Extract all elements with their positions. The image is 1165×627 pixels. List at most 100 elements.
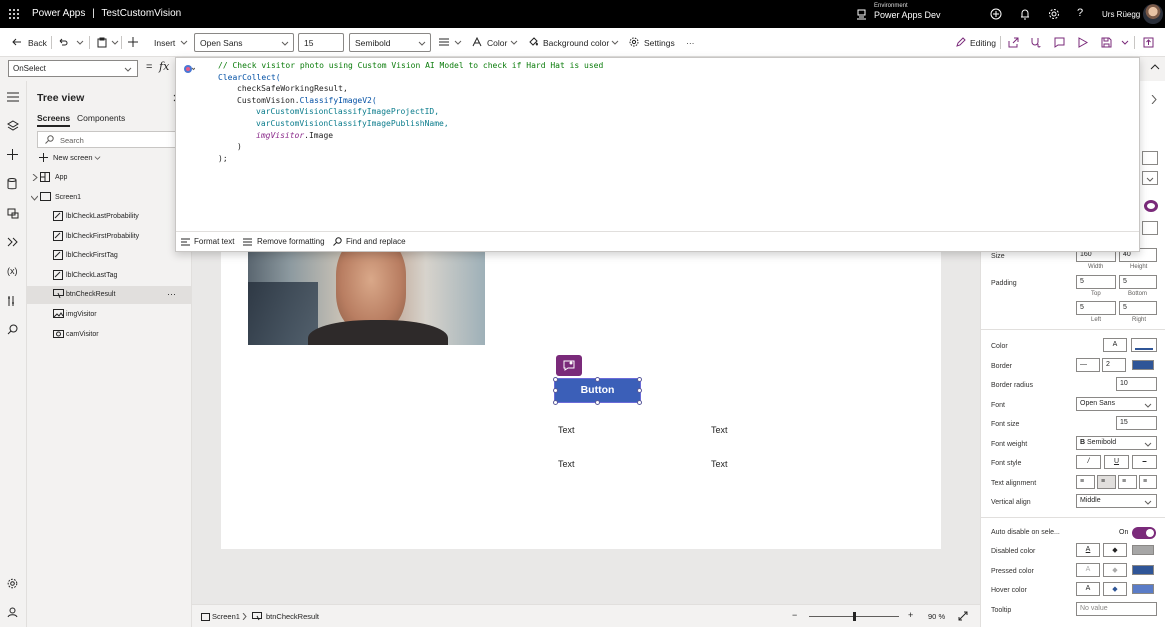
copilot-icon[interactable] — [183, 64, 195, 74]
align-right-button[interactable]: ≡ — [1118, 475, 1137, 489]
collapse-formula-chevron-icon[interactable] — [1150, 63, 1160, 71]
accent-toggle-icon[interactable] — [1144, 200, 1158, 212]
insert-plus-icon[interactable] — [7, 149, 18, 160]
copilot-icon[interactable] — [990, 8, 1002, 20]
align-left-button[interactable]: ≡ — [1076, 475, 1095, 489]
lbl-check-last-probability[interactable]: Text — [711, 459, 728, 469]
font-dropdown[interactable]: Open Sans — [1076, 397, 1157, 411]
underline-toggle[interactable]: U — [1104, 455, 1129, 469]
notifications-icon[interactable] — [1019, 8, 1031, 20]
border-style-dropdown[interactable]: — — [1076, 358, 1100, 372]
resize-handle[interactable] — [553, 400, 558, 405]
align-center-button[interactable]: ≡ — [1097, 475, 1116, 489]
formula-line[interactable]: ); — [218, 153, 603, 165]
formula-editor[interactable]: // Check visitor photo using Custom Visi… — [175, 57, 1140, 252]
lbl-check-last-tag[interactable]: Text — [558, 459, 575, 469]
breadcrumb-control[interactable]: btnCheckResult — [266, 612, 319, 621]
align-justify-button[interactable]: ≡ — [1139, 475, 1157, 489]
save-icon[interactable] — [1101, 37, 1112, 48]
user-avatar[interactable] — [1143, 4, 1163, 24]
back-button[interactable]: Back — [28, 38, 47, 48]
tree-node-lblCheckFirstTag[interactable]: lblCheckFirstTag — [27, 247, 192, 265]
lbl-check-first-tag[interactable]: Text — [558, 425, 575, 435]
app-checker-icon[interactable] — [1030, 37, 1041, 48]
tab-components[interactable]: Components — [77, 113, 125, 123]
align-chevron-icon[interactable] — [454, 38, 462, 46]
tooltip-input[interactable]: No value — [1076, 602, 1157, 616]
resize-handle[interactable] — [637, 377, 642, 382]
font-size-input[interactable]: 15 — [1116, 416, 1157, 430]
property-dropdown[interactable]: OnSelect — [8, 60, 138, 77]
pressed-color-swatch[interactable] — [1132, 565, 1154, 575]
hover-color-swatch[interactable] — [1132, 584, 1154, 594]
formula-line[interactable]: ClearCollect( — [218, 72, 603, 84]
zoom-slider-thumb[interactable] — [853, 612, 856, 621]
resize-handle[interactable] — [553, 377, 558, 382]
formula-line[interactable]: CustomVision.ClassifyImageV2( — [218, 95, 603, 107]
tree-node-lblCheckFirstProbability[interactable]: lblCheckFirstProbability — [27, 228, 192, 246]
media-icon[interactable] — [7, 208, 19, 219]
tree-node-camVisitor[interactable]: camVisitor — [27, 326, 192, 344]
tree-node-imgVisitor[interactable]: imgVisitor — [27, 306, 192, 324]
lbl-check-first-probability[interactable]: Text — [711, 425, 728, 435]
tree-node-lblCheckLastTag[interactable]: lblCheckLastTag — [27, 267, 192, 285]
new-screen-button[interactable]: New screen — [53, 153, 93, 162]
preview-play-icon[interactable] — [1078, 37, 1088, 48]
formula-code[interactable]: // Check visitor photo using Custom Visi… — [218, 60, 603, 164]
background-color-button[interactable]: Background color — [543, 38, 609, 48]
formula-line[interactable]: imgVisitor.Image — [218, 130, 603, 142]
font-weight-dropdown[interactable]: Semibold — [349, 33, 431, 52]
auto-disable-toggle[interactable] — [1132, 527, 1156, 539]
fill-color-picker[interactable] — [1131, 338, 1157, 352]
formula-line[interactable]: checkSafeWorkingResult, — [218, 83, 603, 95]
virtual-agent-icon[interactable] — [7, 607, 18, 618]
save-chevron-icon[interactable] — [1121, 38, 1129, 46]
formula-line[interactable]: ) — [218, 141, 603, 153]
chevron-down-icon[interactable] — [94, 154, 101, 161]
undo-icon[interactable] — [58, 37, 68, 47]
expand-chevron-icon[interactable] — [1151, 95, 1157, 104]
vertical-align-dropdown[interactable]: Middle — [1076, 494, 1157, 508]
formula-line[interactable]: varCustomVisionClassifyImageProjectID, — [218, 106, 603, 118]
comments-icon[interactable] — [1054, 37, 1065, 48]
more-options-button[interactable]: ··· — [167, 289, 176, 299]
zoom-in-button[interactable]: + — [908, 610, 913, 620]
breadcrumb-screen[interactable]: Screen1 — [212, 612, 240, 621]
settings-gear-icon[interactable] — [7, 578, 18, 589]
padding-top-input[interactable]: 5 — [1076, 275, 1116, 289]
pressed-fill-color[interactable]: ◆ — [1103, 563, 1127, 577]
publish-icon[interactable] — [1143, 37, 1154, 48]
share-icon[interactable] — [1008, 37, 1019, 48]
paste-menu-chevron-icon[interactable] — [111, 38, 119, 46]
border-radius-input[interactable]: 10 — [1116, 377, 1157, 391]
disabled-color-swatch[interactable] — [1132, 545, 1154, 555]
italic-toggle[interactable]: / — [1076, 455, 1101, 469]
tree-node-screen1[interactable]: Screen1 — [27, 189, 192, 207]
settings-button[interactable]: Settings — [644, 38, 675, 48]
text-color-picker[interactable]: A — [1103, 338, 1127, 352]
tree-node-btnCheckResult[interactable]: btnCheckResult ··· — [27, 286, 192, 305]
power-automate-icon[interactable] — [7, 237, 19, 247]
copilot-control-button[interactable] — [556, 355, 582, 376]
settings-gear-icon[interactable] — [1048, 8, 1060, 20]
img-visitor[interactable] — [248, 252, 485, 345]
hover-fill-color[interactable]: ◆ — [1103, 582, 1127, 596]
search-icon[interactable] — [7, 324, 18, 335]
app-launcher-icon[interactable] — [8, 8, 20, 20]
tree-view-layers-icon[interactable] — [7, 120, 19, 131]
variables-icon[interactable]: (x) — [7, 266, 18, 276]
fit-to-window-icon[interactable] — [958, 611, 968, 621]
insert-chevron-icon[interactable] — [180, 38, 188, 46]
editing-mode-button[interactable]: Editing — [970, 38, 996, 48]
resize-handle[interactable] — [595, 400, 600, 405]
padding-right-input[interactable]: 5 — [1119, 301, 1157, 315]
padding-bottom-input[interactable]: 5 — [1119, 275, 1157, 289]
disabled-text-color[interactable]: A — [1076, 543, 1100, 557]
formula-line[interactable]: varCustomVisionClassifyImagePublishName, — [218, 118, 603, 130]
hamburger-menu-icon[interactable] — [7, 92, 19, 102]
more-commands-button[interactable]: ··· — [686, 38, 695, 48]
environment-picker[interactable]: Environment Power Apps Dev — [874, 3, 941, 20]
tree-node-lblCheckLastProbability[interactable]: lblCheckLastProbability — [27, 208, 192, 226]
advanced-tools-icon[interactable] — [7, 295, 15, 307]
color-chevron-icon[interactable] — [510, 38, 518, 46]
